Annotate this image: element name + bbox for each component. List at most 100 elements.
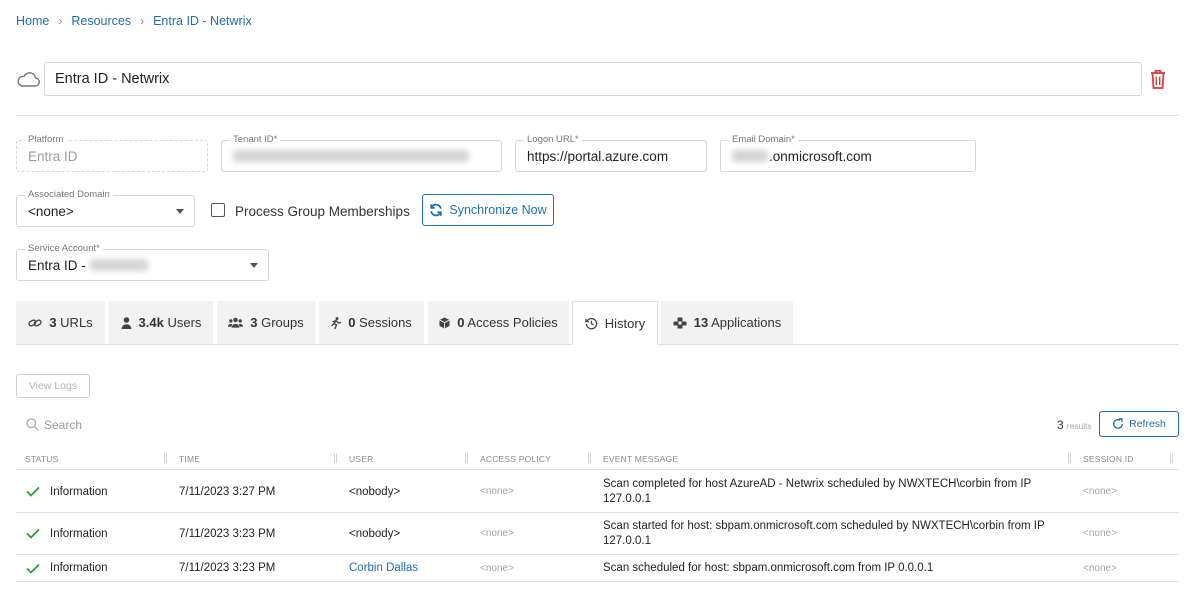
tab-users-label: Users (167, 315, 202, 330)
status-cell: Information (26, 471, 108, 512)
associated-domain-value: <none> (28, 203, 74, 219)
column-header-session-id[interactable]: SESSION ID (1083, 448, 1134, 470)
process-group-memberships-checkbox[interactable] (211, 203, 225, 217)
results-count-label: results (1066, 421, 1092, 431)
tab-history[interactable]: History (572, 301, 658, 345)
chevron-down-icon (176, 209, 184, 214)
column-header-user[interactable]: USER (349, 448, 373, 470)
applications-icon (673, 317, 687, 328)
tab-urls-count: 3 (49, 315, 57, 330)
table-row[interactable]: Information 7/11/2023 3:23 PM <nobody> <… (16, 513, 1179, 555)
tab-users-count: 3.4k (138, 315, 164, 330)
tenant-id-field[interactable]: Tenant ID* (221, 134, 502, 172)
session-id-cell: <none> (1083, 562, 1117, 574)
tab-applications-label: Applications (711, 315, 782, 330)
column-resize-handle[interactable] (1068, 453, 1071, 463)
chevron-down-icon (250, 263, 258, 268)
tab-applications[interactable]: 13 Applications (661, 301, 793, 344)
column-header-event-message[interactable]: EVENT MESSAGE (603, 448, 678, 470)
results-count: 3 results (1057, 418, 1092, 432)
column-resize-handle[interactable] (465, 453, 468, 463)
user-cell: <nobody> (349, 527, 401, 540)
logon-url-value: https://portal.azure.com (527, 148, 669, 164)
search-icon (26, 418, 39, 431)
check-icon (26, 486, 40, 497)
results-count-value: 3 (1057, 418, 1064, 432)
session-id-cell: <none> (1083, 486, 1117, 497)
table-row[interactable]: Information 7/11/2023 3:23 PM Corbin Dal… (16, 555, 1179, 582)
refresh-button[interactable]: Refresh (1099, 411, 1179, 437)
column-resize-handle[interactable] (588, 453, 591, 463)
tab-groups-count: 3 (250, 315, 258, 330)
platform-value: Entra ID (28, 148, 78, 164)
column-resize-handle[interactable] (334, 453, 337, 463)
breadcrumb-separator-icon: › (58, 14, 63, 28)
history-icon (585, 317, 597, 329)
tab-users[interactable]: 3.4k Users (109, 301, 213, 344)
platform-field: Platform Entra ID (16, 134, 208, 172)
cube-icon (439, 317, 450, 328)
tab-groups[interactable]: 3 Groups (217, 301, 315, 344)
breadcrumb-resources-link[interactable]: Resources (71, 14, 131, 28)
breadcrumb-home-link[interactable]: Home (16, 14, 49, 28)
sync-icon (430, 203, 443, 217)
resource-tabs: 3 URLs 3.4k Users 3 Groups 0 Sessions 0 … (16, 301, 1179, 345)
view-logs-button[interactable]: View Logs (16, 374, 90, 398)
event-message-cell: Scan scheduled for host: sbpam.onmicroso… (603, 561, 934, 574)
trash-icon[interactable] (1148, 68, 1168, 90)
column-resize-handle[interactable] (1170, 453, 1173, 463)
synchronize-now-button[interactable]: Synchronize Now (422, 194, 554, 226)
history-table-header: STATUS TIME USER ACCESS POLICY EVENT MES… (16, 448, 1179, 470)
tab-applications-count: 13 (693, 315, 709, 330)
running-person-icon (331, 316, 342, 329)
tenant-id-value (233, 141, 469, 171)
tab-sessions[interactable]: 0 Sessions (319, 301, 424, 344)
tab-groups-label: Groups (261, 315, 304, 330)
associated-domain-select[interactable]: Associated Domain <none> (16, 189, 195, 227)
synchronize-now-label: Synchronize Now (449, 203, 547, 217)
link-icon (28, 318, 42, 327)
access-policy-cell: <none> (480, 562, 514, 574)
status-text: Information (50, 527, 108, 540)
access-policy-cell: <none> (480, 486, 514, 497)
status-cell: Information (26, 513, 108, 554)
cloud-icon (17, 72, 40, 87)
status-text: Information (50, 485, 108, 498)
resource-name-input[interactable] (44, 62, 1142, 96)
tab-sessions-count: 0 (348, 315, 356, 330)
service-account-value: Entra ID - (28, 250, 148, 280)
time-cell: 7/11/2023 3:23 PM (179, 527, 276, 540)
email-domain-field[interactable]: Email Domain* .onmicrosoft.com (720, 134, 976, 172)
service-account-prefix: Entra ID - (28, 257, 86, 273)
breadcrumb: Home › Resources › Entra ID - Netwrix (16, 14, 252, 28)
section-divider (16, 115, 1179, 116)
time-cell: 7/11/2023 3:23 PM (179, 562, 276, 574)
column-header-status[interactable]: STATUS (25, 448, 58, 470)
check-icon (26, 563, 40, 574)
refresh-label: Refresh (1129, 418, 1166, 430)
column-resize-handle[interactable] (164, 453, 167, 463)
users-icon (228, 317, 244, 328)
tab-access-policies-count: 0 (457, 315, 465, 330)
service-account-select[interactable]: Service Account* Entra ID - (16, 243, 269, 281)
status-text: Information (50, 562, 108, 574)
tab-history-label: History (604, 315, 646, 331)
logon-url-field[interactable]: Logon URL* https://portal.azure.com (515, 134, 707, 172)
check-icon (26, 528, 40, 539)
process-group-memberships-label: Process Group Memberships (235, 204, 410, 219)
user-icon (121, 316, 132, 329)
tab-urls[interactable]: 3 URLs (16, 301, 105, 344)
tab-urls-label: URLs (60, 315, 93, 330)
access-policy-cell: <none> (480, 528, 514, 539)
time-cell: 7/11/2023 3:27 PM (179, 485, 276, 498)
refresh-icon (1113, 418, 1124, 429)
breadcrumb-current-link[interactable]: Entra ID - Netwrix (153, 14, 252, 28)
column-header-time[interactable]: TIME (179, 448, 200, 470)
user-link[interactable]: Corbin Dallas (349, 555, 418, 581)
tab-access-policies[interactable]: 0 Access Policies (428, 301, 569, 344)
session-id-cell: <none> (1083, 528, 1117, 539)
email-domain-value: .onmicrosoft.com (732, 141, 872, 171)
table-row[interactable]: Information 7/11/2023 3:27 PM <nobody> <… (16, 471, 1179, 513)
search-input[interactable] (44, 415, 244, 435)
column-header-access-policy[interactable]: ACCESS POLICY (480, 448, 551, 470)
